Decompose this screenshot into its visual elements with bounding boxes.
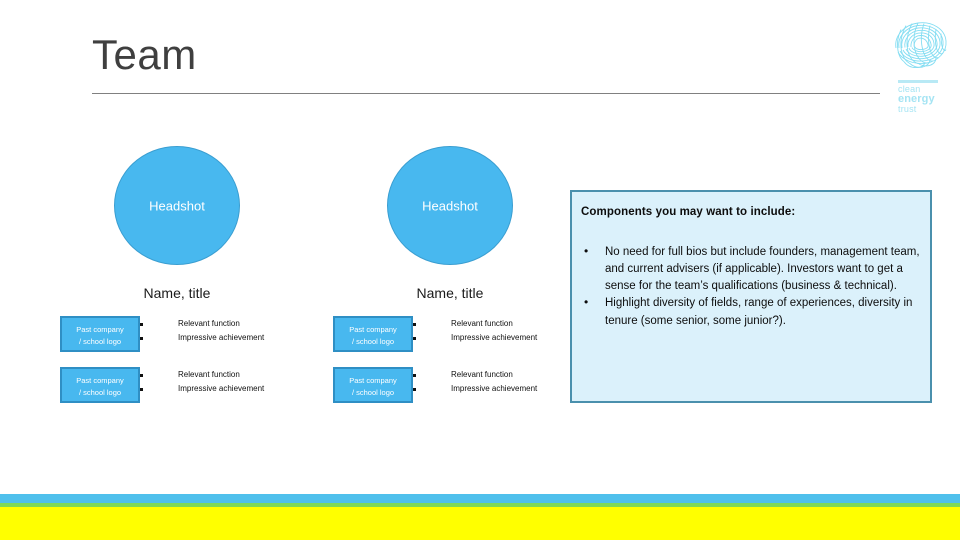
list-item: Impressive achievement	[413, 382, 537, 396]
past-company-logo-placeholder[interactable]: Past company / school logo	[60, 367, 140, 403]
list-item: Relevant function	[413, 368, 537, 382]
list-item: Highlight diversity of fields, range of …	[577, 294, 922, 329]
past-company-line-1: Past company	[349, 376, 397, 385]
title-divider	[92, 93, 880, 94]
member-name-title: Name, title	[143, 285, 211, 301]
list-item: Impressive achievement	[140, 331, 264, 345]
list-item: No need for full bios but include founde…	[577, 243, 922, 295]
slide-canvas: Team clean energy trust Headshot Name, t…	[0, 0, 960, 540]
member-name-title: Name, title	[416, 285, 484, 301]
callout-bullet-list: No need for full bios but include founde…	[577, 243, 922, 330]
team-member-1: Headshot Name, title Past company / scho…	[52, 146, 302, 403]
experience-entry: Past company / school logo Relevant func…	[52, 367, 302, 403]
team-member-2: Headshot Name, title Past company / scho…	[325, 146, 575, 403]
list-item: Impressive achievement	[413, 331, 537, 345]
headshot-label: Headshot	[422, 198, 478, 213]
headshot-placeholder-1[interactable]: Headshot	[114, 146, 240, 265]
brand-logo: clean energy trust	[888, 14, 954, 114]
past-company-line-1: Past company	[76, 376, 124, 385]
experience-entry: Past company / school logo Relevant func…	[52, 316, 302, 352]
list-item: Relevant function	[140, 368, 264, 382]
past-company-logo-placeholder[interactable]: Past company / school logo	[333, 316, 413, 352]
past-company-line-1: Past company	[76, 325, 124, 334]
headshot-label: Headshot	[149, 198, 205, 213]
past-company-line-2: / school logo	[78, 387, 122, 397]
footer-bar-blue	[0, 494, 960, 503]
headshot-placeholder-2[interactable]: Headshot	[387, 146, 513, 265]
experience-bullets: Relevant function Impressive achievement	[140, 317, 264, 345]
list-item: Relevant function	[413, 317, 537, 331]
experience-bullets: Relevant function Impressive achievement	[413, 317, 537, 345]
list-item: Impressive achievement	[140, 382, 264, 396]
logo-divider	[898, 80, 938, 83]
list-item: Relevant function	[140, 317, 264, 331]
experience-bullets: Relevant function Impressive achievement	[140, 368, 264, 396]
callout-heading: Components you may want to include:	[581, 206, 796, 218]
logo-wordmark: clean energy trust	[898, 84, 954, 115]
past-company-logo-placeholder[interactable]: Past company / school logo	[60, 316, 140, 352]
past-company-logo-placeholder[interactable]: Past company / school logo	[333, 367, 413, 403]
guidance-callout-box: Components you may want to include: No n…	[570, 190, 932, 403]
footer-bar-yellow	[0, 507, 960, 540]
past-company-line-2: / school logo	[78, 336, 122, 346]
past-company-line-2: / school logo	[351, 336, 395, 346]
page-title: Team	[92, 31, 197, 78]
experience-entry: Past company / school logo Relevant func…	[325, 316, 575, 352]
swirl-shell-icon	[895, 22, 947, 69]
past-company-line-1: Past company	[349, 325, 397, 334]
experience-bullets: Relevant function Impressive achievement	[413, 368, 537, 396]
experience-entry: Past company / school logo Relevant func…	[325, 367, 575, 403]
past-company-line-2: / school logo	[351, 387, 395, 397]
logo-line-trust: trust	[898, 104, 917, 115]
